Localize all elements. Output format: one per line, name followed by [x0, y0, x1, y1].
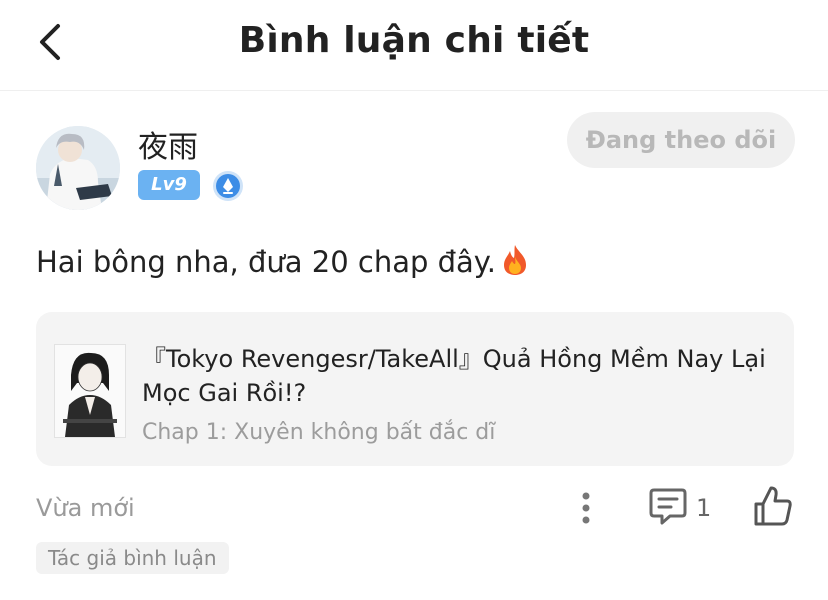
level-badge: Lv9 [138, 170, 200, 200]
manga-card[interactable]: 『Tokyo Revengesr/TakeAll』Quả Hồng Mềm Na… [36, 312, 794, 466]
comment-text-row: Hai bông nha, đưa 20 chap đây. [36, 244, 530, 279]
author-comment-tag: Tác giả bình luận [36, 542, 229, 574]
reply-count: 1 [696, 494, 712, 522]
thumbs-up-icon [754, 486, 792, 526]
reply-button[interactable] [648, 486, 688, 528]
manga-title: 『Tokyo Revengesr/TakeAll』Quả Hồng Mềm Na… [142, 345, 766, 407]
vertical-dots-icon [582, 492, 590, 524]
page-title: Bình luận chi tiết [238, 20, 590, 61]
manga-chapter: Chap 1: Xuyên không bất đắc dĩ [142, 420, 496, 445]
diamond-badge-icon [212, 170, 244, 202]
comment-bubble-icon [649, 488, 687, 525]
more-options-button[interactable] [574, 488, 598, 528]
avatar[interactable] [36, 126, 120, 210]
like-button[interactable] [752, 484, 794, 528]
fire-emoji-icon [500, 244, 530, 276]
username[interactable]: 夜雨 [138, 122, 198, 166]
comment-text: Hai bông nha, đưa 20 chap đây. [36, 245, 497, 279]
comment-time: Vừa mới [36, 494, 135, 522]
manga-cover-image [54, 344, 126, 438]
top-bar: Bình luận chi tiết [0, 0, 828, 91]
follow-button[interactable]: Đang theo dõi [567, 112, 795, 168]
